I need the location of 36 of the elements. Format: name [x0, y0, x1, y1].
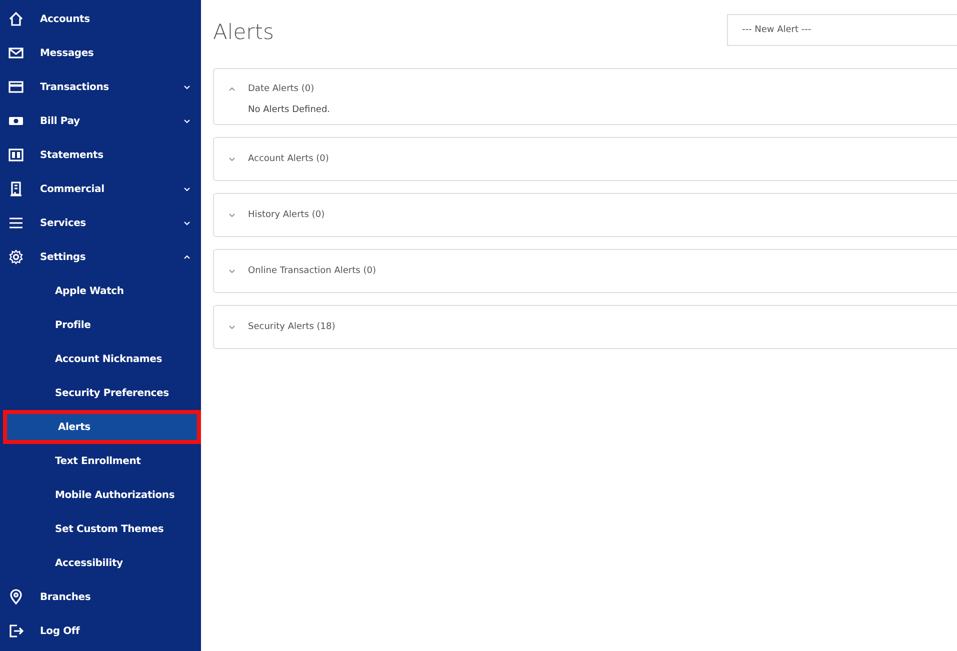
nav-item[interactable]: Statements: [0, 138, 201, 172]
envelope-icon: [8, 45, 24, 61]
nav-item[interactable]: Messages: [0, 36, 201, 70]
nav-item[interactable]: Transactions: [0, 70, 201, 104]
group-title[interactable]: History Alerts (0): [248, 210, 325, 220]
menu-icon: [8, 215, 24, 231]
nav-item[interactable]: Bill Pay: [0, 104, 201, 138]
group-title[interactable]: Date Alerts (0): [248, 84, 314, 94]
settings-icon: [8, 249, 24, 265]
card-icon: [8, 79, 24, 95]
nav-subitem[interactable]: Profile: [0, 308, 201, 342]
location-pin-icon: [8, 589, 24, 605]
building-icon: [8, 181, 24, 197]
nav-item[interactable]: Services: [0, 206, 201, 240]
empty-message: No Alerts Defined.: [247, 105, 332, 117]
nav-item[interactable]: Log Off: [0, 614, 201, 648]
nav-subitem[interactable]: Mobile Authorizations: [0, 478, 201, 512]
nav-subitem[interactable]: Security Preferences: [0, 376, 201, 410]
document-icon: [8, 147, 24, 163]
nav-item[interactable]: Branches: [0, 580, 201, 614]
nav-subitem[interactable]: Set Custom Themes: [0, 512, 201, 546]
nav-subitem[interactable]: Apple Watch: [0, 274, 201, 308]
nav-item[interactable]: Settings: [0, 240, 201, 274]
group-title[interactable]: Account Alerts (0): [248, 154, 329, 164]
group-title[interactable]: Security Alerts (18): [248, 322, 336, 332]
page-title: Alerts: [213, 20, 274, 44]
nav-subitem[interactable]: Text Enrollment: [0, 444, 201, 478]
nav-subitem[interactable]: Alerts: [3, 410, 201, 444]
new-alert-dropdown[interactable]: --- New Alert ---: [727, 14, 957, 46]
nav-item[interactable]: Accounts: [0, 2, 201, 36]
nav-subitem[interactable]: Account Nicknames: [0, 342, 201, 376]
nav-subitem[interactable]: Accessibility: [0, 546, 201, 580]
logout-icon: [8, 623, 24, 639]
nav-item[interactable]: Commercial: [0, 172, 201, 206]
home-icon: [8, 11, 24, 27]
group-title[interactable]: Online Transaction Alerts (0): [248, 266, 376, 276]
